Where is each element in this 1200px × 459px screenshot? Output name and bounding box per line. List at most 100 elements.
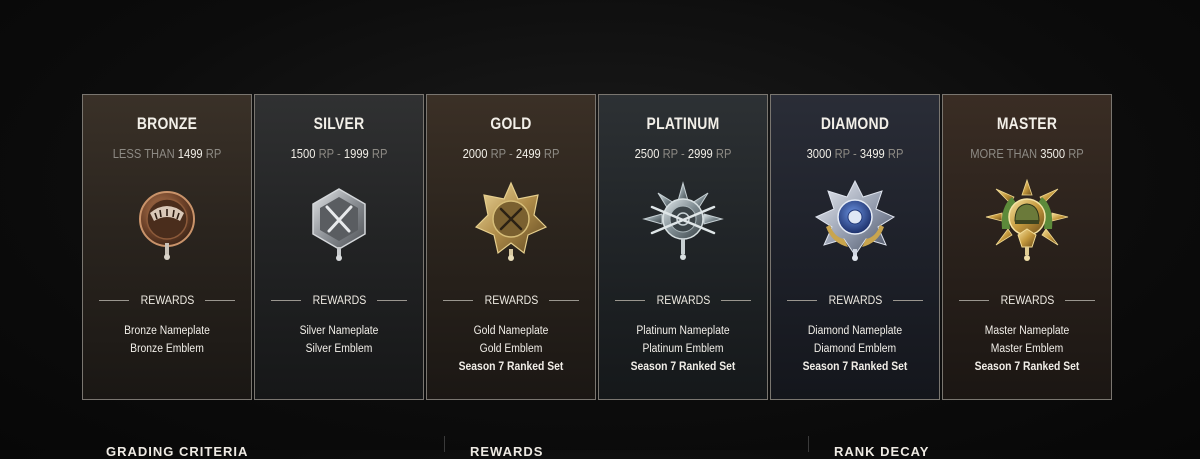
range-value: 1499 — [177, 146, 203, 161]
bronze-rank-badge-icon — [139, 191, 195, 260]
reward-list: Gold Nameplate Gold Emblem Season 7 Rank… — [427, 322, 595, 376]
range-separator: - — [681, 146, 685, 161]
tier-title: BRONZE — [136, 114, 198, 133]
reward-list: Platinum Nameplate Platinum Emblem Seaso… — [599, 322, 767, 376]
range-prefix: MORE THAN — [970, 146, 1038, 161]
tier-rp-range: 2500 RP - 2999 RP — [611, 146, 755, 161]
reward-item: Platinum Nameplate — [636, 325, 730, 337]
tier-card-gold: GOLD 2000 RP - 2499 RP REWARDS Gold Name… — [426, 94, 596, 400]
range-unit: RP — [205, 146, 222, 161]
season-reward-item: Season 7 Ranked Set — [630, 361, 736, 373]
tier-rp-range: 2000 RP - 2499 RP — [439, 146, 583, 161]
range-low: 2000 — [462, 146, 488, 161]
rewards-heading: REWARDS — [943, 293, 1111, 307]
divider-line — [721, 299, 752, 301]
divider-line — [442, 299, 473, 301]
silver-rank-badge-icon — [312, 188, 366, 261]
rewards-heading: REWARDS — [771, 293, 939, 307]
master-rank-badge-icon — [985, 178, 1069, 261]
rewards-heading: REWARDS — [255, 293, 423, 307]
range-prefix: LESS THAN — [112, 146, 175, 161]
rewards-heading: REWARDS — [427, 293, 595, 307]
range-low: 3000 — [806, 146, 832, 161]
reward-list: Master Nameplate Master Emblem Season 7 … — [943, 322, 1111, 376]
tier-title: MASTER — [996, 114, 1058, 133]
rewards-section-heading: REWARDS — [470, 444, 544, 459]
tier-title: PLATINUM — [646, 114, 720, 133]
gold-rank-badge-icon — [474, 181, 548, 261]
reward-list: Bronze Nameplate Bronze Emblem — [83, 322, 251, 358]
tier-title: DIAMOND — [820, 114, 890, 133]
divider-line — [614, 299, 645, 301]
rewards-label: REWARDS — [140, 293, 194, 307]
range-unit: RP — [662, 146, 678, 161]
rewards-label: REWARDS — [312, 293, 366, 307]
season-reward-item: Season 7 Ranked Set — [458, 361, 564, 373]
range-unit: RP — [1068, 146, 1084, 161]
range-low: 1500 — [290, 146, 316, 161]
divider-line — [377, 299, 408, 301]
tier-title: SILVER — [313, 114, 365, 133]
range-unit: RP — [715, 146, 732, 161]
range-unit: RP — [318, 146, 334, 161]
season-reward-item: Season 7 Ranked Set — [974, 361, 1080, 373]
range-unit: RP — [371, 146, 388, 161]
reward-list: Silver Nameplate Silver Emblem — [255, 322, 423, 358]
platinum-rank-badge-icon — [642, 181, 724, 260]
divider-line — [270, 299, 301, 301]
reward-item: Bronze Nameplate — [124, 325, 210, 337]
range-low: 2500 — [634, 146, 660, 161]
tier-title: GOLD — [490, 114, 532, 133]
bottom-section-headers: GRADING CRITERIA REWARDS RANK DECAY — [0, 432, 1200, 459]
reward-item: Bronze Emblem — [130, 343, 204, 355]
reward-item: Platinum Emblem — [642, 343, 724, 355]
reward-item: Gold Nameplate — [473, 325, 549, 337]
rewards-label: REWARDS — [484, 293, 538, 307]
reward-item: Gold Emblem — [479, 343, 543, 355]
reward-item: Silver Emblem — [305, 343, 373, 355]
divider-line — [549, 299, 580, 301]
reward-item: Silver Nameplate — [299, 325, 379, 337]
tier-rp-range: MORE THAN 3500 RP — [955, 146, 1099, 161]
tier-rp-range: 1500 RP - 1999 RP — [267, 146, 411, 161]
tier-card-master: MASTER MORE THAN 3500 RP REWARDS Master … — [942, 94, 1112, 400]
rank-tier-cards: BRONZE LESS THAN 1499 RP REWARDS Bronze … — [82, 94, 1114, 402]
season-reward-item: Season 7 Ranked Set — [802, 361, 908, 373]
tier-card-diamond: DIAMOND 3000 RP - 3499 RP REWARDS Diamon… — [770, 94, 940, 400]
range-high: 1999 — [343, 146, 369, 161]
divider-line — [1065, 299, 1096, 301]
divider-line — [893, 299, 924, 301]
range-high: 2999 — [687, 146, 713, 161]
rewards-label: REWARDS — [828, 293, 882, 307]
rewards-label: REWARDS — [656, 293, 710, 307]
tier-rp-range: LESS THAN 1499 RP — [95, 146, 239, 161]
tier-rp-range: 3000 RP - 3499 RP — [783, 146, 927, 161]
range-value: 3500 — [1040, 146, 1066, 161]
divider-line — [98, 299, 129, 301]
range-separator: - — [853, 146, 857, 161]
range-unit: RP — [490, 146, 506, 161]
range-unit: RP — [887, 146, 904, 161]
divider-line — [205, 299, 236, 301]
divider-line — [786, 299, 817, 301]
divider-line — [958, 299, 989, 301]
range-separator: - — [509, 146, 513, 161]
reward-list: Diamond Nameplate Diamond Emblem Season … — [771, 322, 939, 376]
diamond-rank-badge-icon — [814, 179, 896, 261]
reward-item: Diamond Emblem — [813, 343, 897, 355]
tier-card-platinum: PLATINUM 2500 RP - 2999 RP REWARDS Plati… — [598, 94, 768, 400]
reward-item: Master Nameplate — [984, 325, 1070, 337]
range-high: 3499 — [859, 146, 885, 161]
rewards-label: REWARDS — [1000, 293, 1054, 307]
range-high: 2499 — [515, 146, 541, 161]
grading-criteria-heading: GRADING CRITERIA — [106, 444, 249, 459]
reward-item: Diamond Nameplate — [807, 325, 903, 337]
range-separator: - — [337, 146, 341, 161]
range-unit: RP — [543, 146, 560, 161]
tier-card-silver: SILVER 1500 RP - 1999 RP REWARDS Silver … — [254, 94, 424, 400]
rank-decay-heading: RANK DECAY — [834, 444, 930, 459]
tier-card-bronze: BRONZE LESS THAN 1499 RP REWARDS Bronze … — [82, 94, 252, 400]
rewards-heading: REWARDS — [83, 293, 251, 307]
range-unit: RP — [834, 146, 850, 161]
reward-item: Master Emblem — [990, 343, 1064, 355]
